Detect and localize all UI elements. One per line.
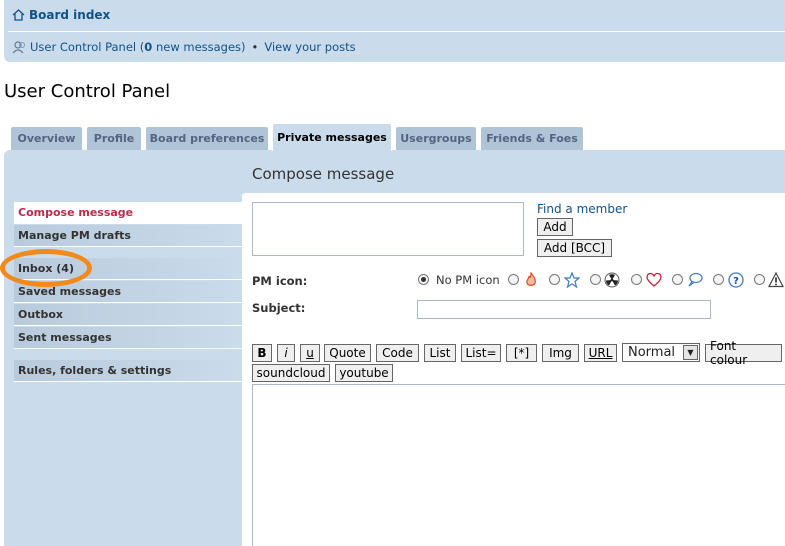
tab-profile[interactable]: Profile [86, 126, 142, 150]
find-member-link[interactable]: Find a member [537, 202, 627, 216]
list-button[interactable]: List [424, 344, 456, 362]
sidebar-item-label: Rules, folders & settings [18, 364, 172, 377]
header-divider [8, 31, 785, 32]
radioactive-icon-radio[interactable] [590, 274, 601, 285]
url-button[interactable]: URL [584, 344, 617, 362]
sidebar-item-rules-folders-settings[interactable]: Rules, folders & settings [14, 360, 242, 382]
sidebar-item-label: Outbox [18, 308, 63, 321]
italic-button[interactable]: i [277, 344, 295, 362]
compose-heading: Compose message [252, 165, 395, 183]
sidebar-item-sent-messages[interactable]: Sent messages [14, 327, 242, 349]
no-pm-icon-label: No PM icon [436, 273, 500, 287]
radioactive-icon [604, 272, 620, 288]
heart-icon [646, 272, 662, 287]
sidebar-item-label: Manage PM drafts [18, 229, 131, 242]
home-icon [12, 9, 25, 21]
fire-icon-radio[interactable] [508, 274, 519, 285]
add-recipient-button[interactable]: Add [537, 218, 573, 236]
fire-icon [526, 272, 536, 286]
tab-overview[interactable]: Overview [10, 126, 83, 150]
user-icon [12, 40, 25, 53]
speech-bubble-icon-radio[interactable] [672, 274, 683, 285]
subject-input[interactable] [417, 300, 711, 319]
sidebar-item-label: Compose message [18, 206, 134, 219]
message-textarea[interactable] [252, 384, 785, 546]
view-posts-link[interactable]: View your posts [264, 40, 355, 54]
font-colour-button[interactable]: Font colour [705, 339, 782, 367]
board-index-label: Board index [29, 8, 111, 22]
sidebar-item-manage-pm-drafts[interactable]: Manage PM drafts [14, 225, 242, 247]
tab-label: Overview [17, 132, 76, 145]
svg-text:?: ? [733, 276, 739, 287]
ucp-link[interactable]: User Control Panel (0 new messages) [30, 40, 246, 54]
no-pm-icon-radio[interactable] [418, 274, 429, 285]
heart-icon-radio[interactable] [631, 274, 642, 285]
soundcloud-button[interactable]: soundcloud [252, 364, 330, 382]
board-index-link[interactable]: Board index [12, 8, 110, 22]
star-icon-radio[interactable] [549, 274, 560, 285]
tab-board-preferences[interactable]: Board preferences [145, 126, 269, 150]
tab-label: Board preferences [149, 132, 265, 145]
question-icon: ? [728, 272, 744, 288]
subject-label: Subject: [252, 301, 306, 315]
chevron-down-icon: ▼ [683, 345, 698, 360]
tab-label: Profile [93, 132, 135, 145]
bold-button[interactable]: B [252, 344, 272, 362]
sidebar-item-compose-message[interactable]: Compose message [14, 202, 242, 224]
page-title: User Control Panel [4, 81, 171, 102]
tab-label: Usergroups [400, 132, 472, 145]
sidebar-item-outbox[interactable]: Outbox [14, 304, 242, 326]
tab-label: Friends & Foes [486, 132, 578, 145]
sidebar-item-label: Saved messages [18, 285, 122, 298]
new-messages-label: new messages) [152, 40, 246, 54]
warning-icon [768, 272, 784, 288]
warning-icon-radio[interactable] [754, 274, 765, 285]
inbox-highlight-circle [0, 249, 92, 287]
separator-bullet: • [251, 40, 259, 54]
tab-usergroups[interactable]: Usergroups [395, 126, 477, 150]
add-bcc-button[interactable]: Add [BCC] [537, 239, 612, 257]
recipients-textarea[interactable] [252, 202, 524, 256]
quote-button[interactable]: Quote [324, 344, 371, 362]
underline-button[interactable]: u [300, 344, 320, 362]
font-size-value: Normal [628, 345, 676, 360]
code-button[interactable]: Code [376, 344, 419, 362]
list-item-button[interactable]: [*] [506, 344, 537, 362]
ucp-breadcrumb: User Control Panel (0 new messages) • Vi… [12, 40, 356, 54]
tab-label: Private messages [277, 131, 387, 144]
question-icon-radio[interactable] [713, 274, 724, 285]
tab-friends-foes[interactable]: Friends & Foes [480, 126, 584, 150]
youtube-button[interactable]: youtube [335, 364, 393, 382]
img-button[interactable]: Img [542, 344, 579, 362]
tab-private-messages[interactable]: Private messages [272, 123, 392, 151]
sidebar-item-label: Sent messages [18, 331, 112, 344]
star-icon [564, 272, 580, 288]
pm-icon-label: PM icon: [252, 274, 308, 288]
list-ordered-button[interactable]: List= [461, 344, 501, 362]
ucp-link-label: User Control Panel [30, 40, 137, 54]
font-size-select[interactable]: Normal ▼ [622, 343, 700, 362]
speech-bubble-icon [688, 272, 703, 287]
